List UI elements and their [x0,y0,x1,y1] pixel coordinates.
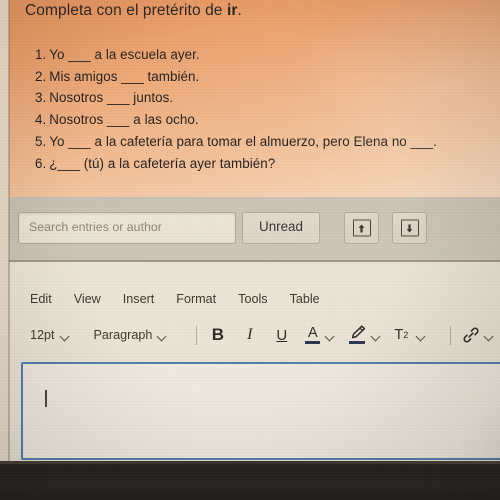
font-size-value: 12pt [30,328,55,342]
font-size-select[interactable]: 12pt [30,328,70,342]
question-text: Mis amigos ___ también. [49,68,200,84]
menu-item-format[interactable]: Format [176,292,216,306]
text-color-letter: A [307,325,318,341]
editor-toolbar: 12pt Paragraph B I U A T 2 [30,324,500,346]
question-text: ¿___ (tú) a la cafetería ayer también? [49,155,276,171]
unread-filter-button[interactable]: Unread [242,212,320,244]
insert-link-control[interactable] [462,325,494,345]
editor-body[interactable] [21,362,500,460]
block-format-value: Paragraph [93,328,153,342]
worksheet-title: Completa con el pretérito de ir. [25,2,242,20]
arrow-down-in-box-icon [400,219,419,237]
search-placeholder: Search entries or author [29,220,162,234]
desk-surface [0,461,500,500]
text-color-control[interactable]: A [304,325,335,345]
chevron-down-icon [326,333,335,338]
list-item: 1. Yo ___ a la escuela ayer. [35,44,495,66]
menu-item-edit[interactable]: Edit [30,292,52,306]
bold-button[interactable]: B [208,325,227,346]
menu-item-tools[interactable]: Tools [238,292,267,306]
text-color-swatch [305,341,321,344]
worksheet-title-suffix: . [237,2,242,19]
discussion-toolbar: Search entries or author Unread [9,197,500,262]
question-text: Yo ___ a la cafetería para tomar el almu… [49,133,437,149]
text-color-icon: A [304,325,321,345]
list-item: 2. Mis amigos ___ también. [35,66,495,88]
worksheet-question-list: 1. Yo ___ a la escuela ayer. 2. Mis amigos… [35,44,495,174]
block-format-select[interactable]: Paragraph [94,328,168,342]
photographed-screen: Completa con el pretérito de ir. 1. Yo __… [0,0,500,500]
list-item: 6. ¿___ (tú) a la cafetería ayer también? [35,153,495,175]
question-number: 2. [35,68,47,84]
question-number: 3. [35,90,47,106]
superscript-letter: T [394,327,404,343]
expand-threads-button[interactable] [344,212,379,244]
chevron-down-icon [485,333,494,338]
chevron-down-icon [417,333,426,338]
question-text: Nosotros ___ juntos. [49,90,174,106]
collapse-threads-button[interactable] [392,212,427,244]
superscript-exponent: 2 [403,330,409,340]
question-number: 6. [35,155,47,171]
marker-pen-icon [348,325,367,345]
question-number: 1. [35,47,47,62]
list-item: 3. Nosotros ___ juntos. [35,87,495,109]
chevron-down-icon [61,333,70,338]
superscript-icon: T2 [394,325,412,345]
chevron-down-icon [372,333,381,338]
toolbar-divider [196,325,198,345]
text-caret [45,390,47,407]
menu-item-insert[interactable]: Insert [123,292,155,306]
list-item: 5. Yo ___ a la cafetería para tomar el al… [35,131,495,153]
list-item: 4. Nosotros ___ a las ocho. [35,109,495,131]
screen-left-edge-line [8,0,10,462]
rich-text-editor: Edit View Insert Format Tools Table 12pt… [9,262,500,462]
menu-item-view[interactable]: View [74,292,101,306]
arrow-up-in-box-icon [352,219,371,237]
editor-menu-bar: Edit View Insert Format Tools Table [30,292,320,306]
underline-button[interactable]: U [272,325,291,346]
worksheet-prompt-card: Completa con el pretérito de ir. 1. Yo __… [9,0,500,197]
worksheet-title-verb: ir [226,2,238,19]
unread-button-label: Unread [259,219,303,234]
menu-item-table[interactable]: Table [290,292,320,306]
superscript-control[interactable]: T2 [394,325,426,345]
question-number: 4. [35,112,47,128]
chevron-down-icon [158,333,167,338]
question-number: 5. [35,133,47,149]
search-input[interactable]: Search entries or author [18,212,236,244]
worksheet-title-prefix: Completa con el pretérito de [25,2,227,19]
question-text: Nosotros ___ a las ocho. [49,112,199,128]
question-text: Yo ___ a la escuela ayer. [49,47,200,62]
toolbar-divider [450,325,452,345]
highlight-color-swatch [349,341,366,344]
italic-button[interactable]: I [240,325,259,346]
highlight-color-control[interactable] [348,325,381,345]
chain-link-icon [462,325,480,345]
